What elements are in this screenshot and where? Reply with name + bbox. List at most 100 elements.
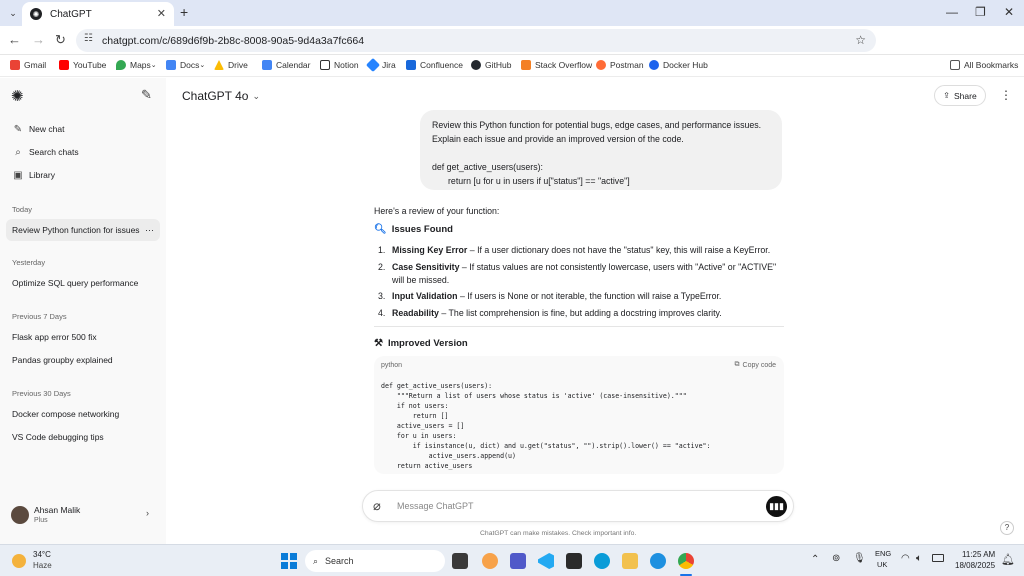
edit-icon: ✎ (13, 123, 23, 135)
share-icon: ⇪ (943, 91, 950, 100)
app-icon[interactable] (594, 553, 610, 569)
copilot-icon[interactable] (482, 553, 498, 569)
bookmark-notion[interactable]: Notion (320, 60, 359, 70)
close-tab-icon[interactable]: ✕ (157, 7, 166, 20)
github-icon (471, 60, 481, 70)
forward-arrow-icon[interactable]: → (32, 32, 45, 47)
disclaimer: ChatGPT can make mistakes. Check importa… (480, 530, 637, 537)
chrome-icon[interactable] (678, 553, 694, 569)
chat-item[interactable]: Flask app error 500 fix (6, 326, 160, 348)
section-yesterday: Yesterday (12, 258, 46, 267)
windows-start-icon[interactable] (281, 553, 297, 569)
bookmark-star-icon[interactable]: ☆ (855, 33, 866, 47)
bookmark-calendar[interactable]: Calendar (262, 60, 311, 70)
sidebar-new-chat[interactable]: ✎ New chat (6, 118, 160, 140)
response-intro: Here's a review of your function: (374, 206, 500, 216)
sidebar-library[interactable]: ▣ Library (6, 164, 160, 186)
chat-item[interactable]: VS Code debugging tips (6, 426, 160, 448)
weather-icon[interactable] (12, 554, 26, 568)
voice-mode-icon[interactable]: ▮▮▮ (766, 496, 787, 517)
file-explorer-icon[interactable] (622, 553, 638, 569)
language-code[interactable]: ENG (875, 549, 891, 558)
tray-app-icon[interactable]: ⊚ (832, 553, 840, 564)
bookmark-stack-overflow[interactable]: Stack Overflow (521, 60, 592, 70)
openai-logo-icon[interactable]: ✺ (11, 87, 24, 105)
vscode-icon[interactable] (538, 553, 554, 569)
app-icon[interactable] (566, 553, 582, 569)
all-bookmarks[interactable]: All Bookmarks (950, 60, 1018, 70)
notion-icon (320, 60, 330, 70)
windows-taskbar: 34°C Haze ⌕ Search ⌃ ⊚ 🎙︎ ENG UK ◠ 🔈︎ 11:… (0, 544, 1024, 576)
chevron-down-icon: ⌄ (252, 90, 261, 101)
youtube-icon (59, 60, 69, 70)
notification-bell-icon[interactable]: 🔔︎ (1001, 553, 1015, 566)
chat-item[interactable]: Pandas groupby explained (6, 349, 160, 371)
task-view-icon[interactable] (452, 553, 468, 569)
copy-code-button[interactable]: ⧉ Copy code (735, 361, 776, 369)
issue-item: 3. Input Validation – If users is None o… (378, 291, 722, 301)
attach-paperclip-icon[interactable]: ⌀ (373, 498, 381, 514)
bookmark-drive[interactable]: Drive (214, 60, 248, 70)
restore-icon[interactable]: ❐ (975, 5, 986, 19)
model-selector[interactable]: ChatGPT 4o ⌄ (182, 89, 260, 103)
clock-date[interactable]: 18/08/2025 (955, 561, 995, 570)
bookmark-gmail[interactable]: Gmail (10, 60, 46, 70)
browser-tab-chatgpt[interactable]: ✺ ChatGPT ✕ (22, 2, 174, 26)
code-line: for u in users: (381, 432, 457, 440)
sidebar-search-chats[interactable]: ⌕ Search chats (6, 141, 160, 163)
edge-icon[interactable] (650, 553, 666, 569)
calendar-icon (262, 60, 272, 70)
bookmark-jira[interactable]: Jira (365, 57, 396, 73)
tab-search-chevron-icon[interactable]: ⌄ (6, 6, 20, 20)
bookmark-docs[interactable]: Docs ⌄ (166, 60, 205, 70)
user-profile-button[interactable]: Ahsan Malik Plus › (6, 502, 160, 532)
chevron-right-icon: › (146, 508, 149, 518)
chat-item[interactable]: Optimize SQL query performance (6, 272, 160, 294)
copy-icon: ⧉ (734, 361, 740, 368)
new-tab-plus-icon[interactable]: + (180, 4, 188, 20)
reload-icon[interactable]: ↻ (55, 32, 66, 48)
chevron-up-icon[interactable]: ⌃ (811, 554, 819, 565)
chatgpt-favicon-icon: ✺ (30, 8, 42, 20)
postman-icon (596, 60, 606, 70)
search-icon: ⌕ (313, 555, 319, 566)
help-button[interactable]: ? (1000, 521, 1014, 535)
bookmark-confluence[interactable]: Confluence (406, 60, 463, 70)
microphone-icon[interactable]: 🎙︎ (853, 553, 866, 564)
chat-item[interactable]: Docker compose networking (6, 403, 160, 425)
message-input[interactable]: Message ChatGPT (397, 501, 474, 511)
section-today: Today (12, 205, 33, 214)
teams-icon[interactable] (510, 553, 526, 569)
stack-overflow-icon (521, 60, 531, 70)
avatar (11, 506, 29, 524)
tab-strip: ⌄ ✺ ChatGPT ✕ + — ❐ ✕ (0, 0, 1024, 26)
bookmark-youtube[interactable]: YouTube (59, 60, 106, 70)
volume-icon[interactable]: 🔈︎ (916, 553, 922, 564)
bookmark-postman[interactable]: Postman (596, 60, 644, 70)
more-options-icon[interactable]: ⋮ (1000, 88, 1012, 102)
new-chat-compose-icon[interactable]: ✎ (141, 87, 152, 103)
code-line: if isinstance(u, dict) and u.get("status… (381, 442, 711, 450)
share-button[interactable]: ⇪ Share (934, 85, 986, 106)
taskbar-search[interactable]: ⌕ Search (305, 550, 445, 572)
bookmark-github[interactable]: GitHub (471, 60, 511, 70)
issues-heading: 🔍︎ Issues Found (374, 224, 453, 235)
code-line: active_users = [] (381, 422, 465, 430)
keyboard-layout[interactable]: UK (877, 560, 887, 569)
section-previous-7-days: Previous 7 Days (12, 312, 67, 321)
wifi-icon[interactable]: ◠ (901, 553, 910, 564)
bookmark-maps[interactable]: Maps ⌄ (116, 60, 157, 70)
bookmark-docker-hub[interactable]: Docker Hub (649, 60, 708, 70)
site-info-icon[interactable]: ☷ (84, 33, 93, 44)
battery-icon[interactable] (932, 554, 944, 562)
tools-icon: ⚒ (374, 338, 383, 349)
minimize-icon[interactable]: — (946, 5, 958, 19)
back-arrow-icon[interactable]: ← (8, 32, 21, 47)
docs-icon (166, 60, 176, 70)
clock-time[interactable]: 11:25 AM (962, 550, 995, 559)
chat-item[interactable]: Review Python function for issues ··· (6, 219, 160, 241)
close-window-icon[interactable]: ✕ (1004, 5, 1014, 19)
chat-options-icon[interactable]: ··· (145, 225, 154, 235)
improved-heading: ⚒ Improved Version (374, 338, 468, 349)
address-bar[interactable]: ☷ chatgpt.com/c/689d6f9b-2b8c-8008-90a5-… (76, 29, 876, 52)
